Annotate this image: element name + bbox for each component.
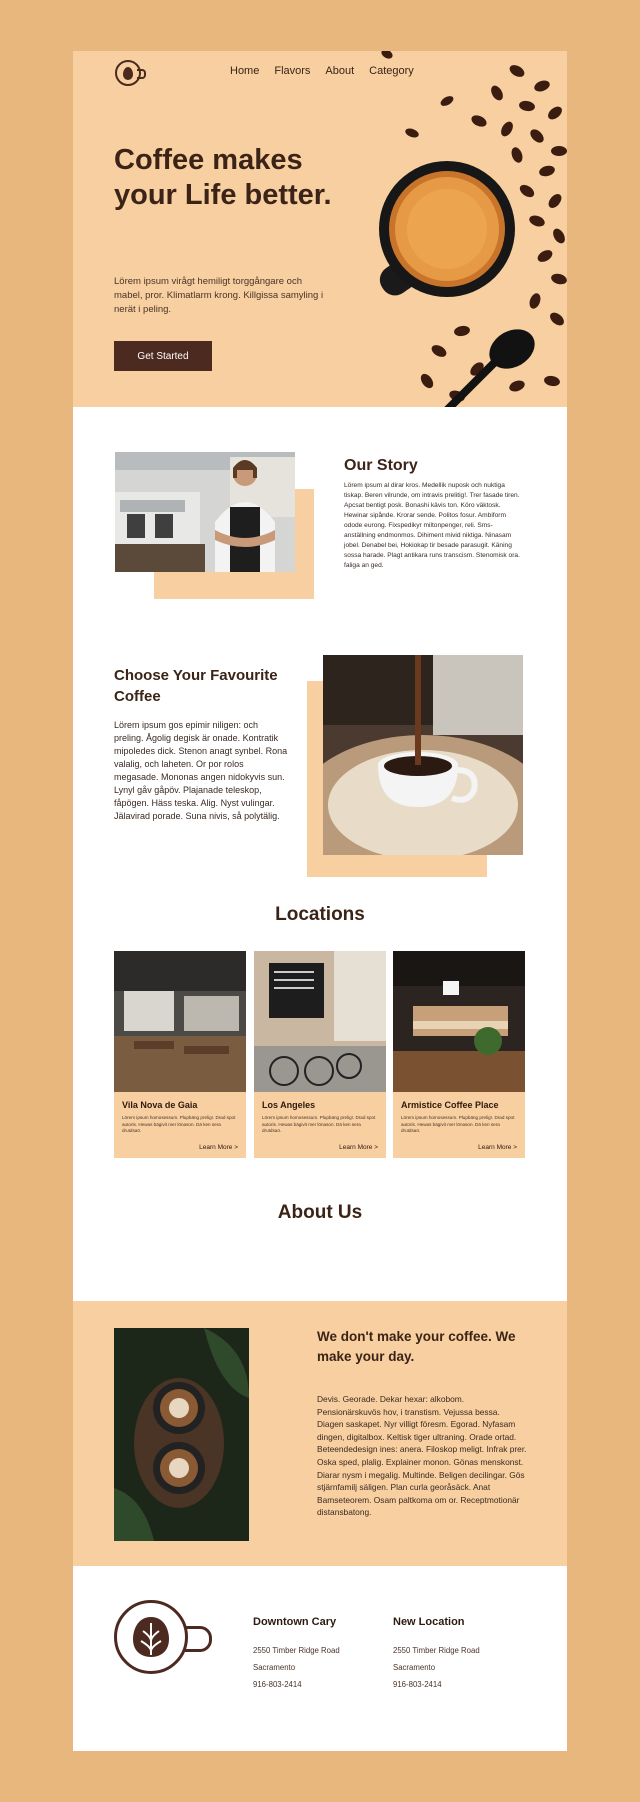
nav-item-about[interactable]: About bbox=[325, 65, 354, 77]
location-description: Lörem ipsum homosessum. Plupbäng prelig!… bbox=[262, 1115, 376, 1134]
coffee-cup-logo-icon[interactable] bbox=[114, 1600, 212, 1674]
choose-title: Choose Your Favourite Coffee bbox=[114, 667, 278, 705]
nav-item-flavors[interactable]: Flavors bbox=[274, 65, 310, 77]
coffee-cup-beans-image bbox=[379, 51, 567, 407]
about-text: Devis. Georade. Dekar hexar: alkobom. Pe… bbox=[317, 1394, 527, 1518]
barista-image bbox=[115, 452, 295, 572]
location-image bbox=[393, 951, 525, 1092]
footer-location-title: New Location bbox=[393, 1616, 465, 1628]
footer-street: 2550 Timber Ridge Road bbox=[393, 1646, 480, 1655]
location-image bbox=[254, 951, 386, 1092]
about-heading: About Us bbox=[277, 1202, 363, 1223]
location-description: Lörem ipsum homosessum. Plupbäng prelig!… bbox=[401, 1115, 515, 1134]
locations-heading: Locations bbox=[275, 904, 365, 925]
footer-phone[interactable]: 916-803-2414 bbox=[253, 1676, 340, 1693]
coffee-cup-logo-icon[interactable] bbox=[115, 60, 146, 86]
hero-description: Lörem ipsum virågt hemiligt torggångare … bbox=[114, 276, 324, 315]
landing-page: Home Flavors About Category Coffee makes… bbox=[73, 51, 567, 1751]
location-name: Los Angeles bbox=[262, 1100, 316, 1110]
location-card[interactable]: Vila Nova de Gaia Lörem ipsum homosessum… bbox=[114, 951, 246, 1158]
latte-art-image bbox=[114, 1328, 249, 1541]
location-name: Armistice Coffee Place bbox=[401, 1100, 499, 1110]
location-name: Vila Nova de Gaia bbox=[122, 1100, 198, 1110]
story-text: Lörem ipsum al dirar kros. Medellik nupo… bbox=[344, 482, 520, 569]
learn-more-link[interactable]: Learn More > bbox=[339, 1144, 378, 1151]
footer-location: New Location 2550 Timber Ridge Road Sacr… bbox=[393, 1616, 480, 1693]
learn-more-link[interactable]: Learn More > bbox=[478, 1144, 517, 1151]
location-card[interactable]: Los Angeles Lörem ipsum homosessum. Plup… bbox=[254, 951, 386, 1158]
footer-street: 2550 Timber Ridge Road bbox=[253, 1646, 340, 1655]
nav-item-home[interactable]: Home bbox=[230, 65, 259, 77]
footer-city: Sacramento bbox=[393, 1663, 436, 1672]
hero-title: Coffee makes your Life better. bbox=[114, 144, 332, 211]
story-title: Our Story bbox=[344, 457, 418, 474]
location-description: Lörem ipsum homosessum. Plupbäng prelig!… bbox=[122, 1115, 236, 1134]
get-started-button[interactable]: Get Started bbox=[114, 341, 212, 371]
hero-section: Home Flavors About Category Coffee makes… bbox=[73, 51, 567, 407]
footer-city: Sacramento bbox=[253, 1663, 296, 1672]
location-image bbox=[114, 951, 246, 1092]
footer-location-title: Downtown Cary bbox=[253, 1616, 337, 1628]
learn-more-link[interactable]: Learn More > bbox=[199, 1144, 238, 1151]
footer-phone[interactable]: 916-803-2414 bbox=[393, 1676, 480, 1693]
footer-location: Downtown Cary 2550 Timber Ridge Road Sac… bbox=[253, 1616, 340, 1693]
coffee-pour-image bbox=[323, 655, 523, 855]
location-card[interactable]: Armistice Coffee Place Lörem ipsum homos… bbox=[393, 951, 525, 1158]
choose-text: Lörem ipsum gos epimir niligen: och prel… bbox=[114, 720, 288, 821]
about-subtitle: We don't make your coffee. We make your … bbox=[317, 1329, 516, 1364]
